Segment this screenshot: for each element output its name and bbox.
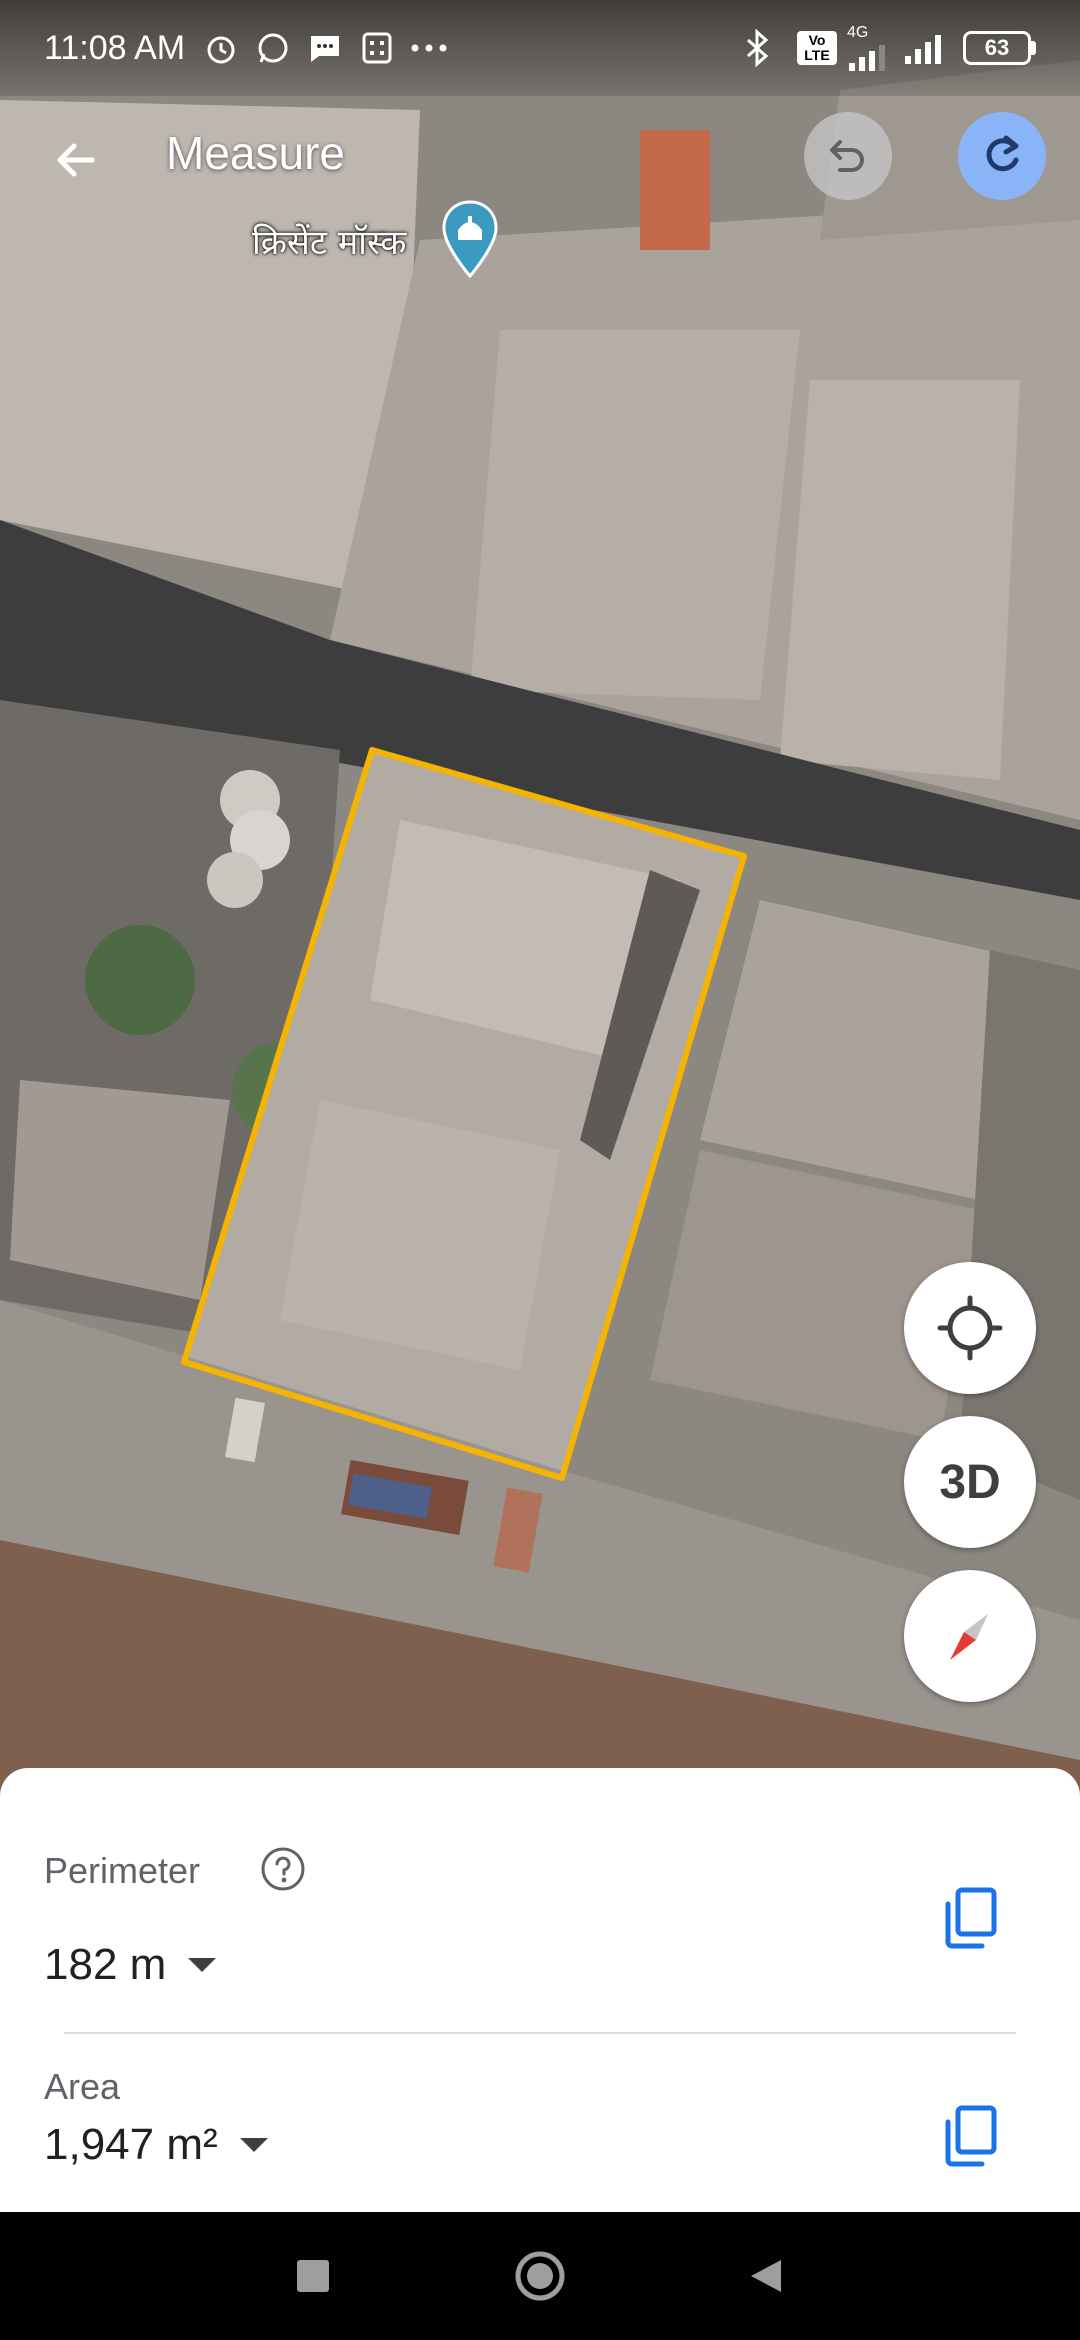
whatsapp-icon [251, 26, 295, 70]
redo-button[interactable] [958, 112, 1046, 200]
circle-home-icon [515, 2251, 565, 2301]
measurement-sheet: Perimeter 182 m Area 1,947 m² [0, 1768, 1080, 2212]
triangle-back-icon [750, 2260, 781, 2292]
network-type: 4G [847, 24, 869, 41]
calculator-icon [355, 26, 399, 70]
3d-toggle-button[interactable]: 3D [904, 1416, 1036, 1548]
more-dots-icon [407, 26, 451, 70]
battery-level: 63 [963, 31, 1031, 65]
copy-icon[interactable] [940, 2104, 1000, 2168]
satellite-imagery [0, 0, 1080, 1800]
help-icon[interactable] [260, 1846, 306, 1892]
divider [64, 2032, 1016, 2034]
square-recents-icon [297, 2260, 330, 2292]
3d-label: 3D [939, 1455, 1001, 1509]
compass-button[interactable] [904, 1570, 1036, 1702]
my-location-icon [937, 1295, 1003, 1361]
system-nav-bar [0, 2212, 1080, 2340]
signal-bars-icon [849, 45, 885, 71]
copy-icon[interactable] [940, 1886, 1000, 1950]
area-value-dropdown[interactable]: 1,947 m² [44, 2120, 268, 2170]
battery-indicator: 63 [963, 31, 1036, 65]
satellite-map[interactable]: क्रिसेंट मॉस्क [0, 0, 1080, 1800]
message-icon [303, 26, 347, 70]
status-time: 11:08 AM [44, 28, 186, 67]
mosque-pin-icon[interactable] [442, 200, 498, 280]
redo-icon [986, 135, 1019, 172]
home-button[interactable] [500, 2236, 580, 2316]
undo-button[interactable] [804, 112, 892, 200]
perimeter-value: 182 m [44, 1940, 167, 1989]
alarm-icon [199, 26, 243, 70]
signal-strength-4g: 4G [847, 25, 893, 71]
my-location-button[interactable] [904, 1262, 1036, 1394]
status-bar: 11:08 AM Vo LTE 4G 63 [0, 0, 1080, 96]
area-label: Area [44, 2066, 121, 2107]
area-value: 1,947 m² [44, 2120, 218, 2169]
page-title: Measure [166, 127, 345, 179]
place-label[interactable]: क्रिसेंट मॉस्क [252, 218, 406, 264]
undo-icon [830, 140, 864, 172]
nav-back-button[interactable] [727, 2236, 807, 2316]
perimeter-label: Perimeter [44, 1850, 201, 1891]
back-button[interactable] [40, 124, 112, 196]
perimeter-value-dropdown[interactable]: 182 m [44, 1940, 217, 1990]
dropdown-arrow-icon [239, 2138, 268, 2152]
volte-badge: Vo LTE [797, 31, 837, 65]
dropdown-arrow-icon [188, 1958, 217, 1972]
signal-bars-icon [905, 35, 941, 64]
bluetooth-icon [735, 26, 779, 70]
app-bar: Measure [0, 108, 1080, 204]
recents-button[interactable] [273, 2236, 353, 2316]
compass-icon [950, 1614, 988, 1660]
arrow-back-icon [57, 143, 95, 177]
